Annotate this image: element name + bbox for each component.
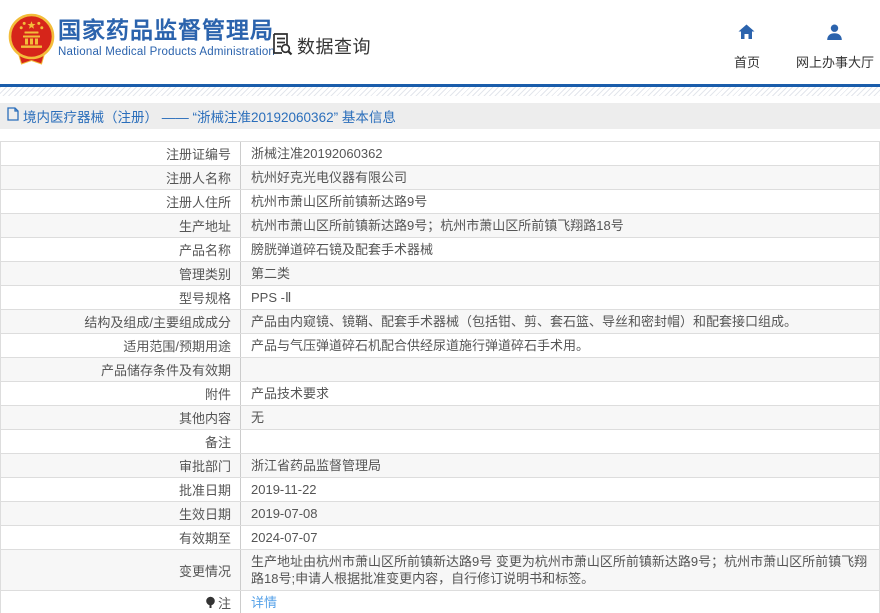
table-row: 注详情 xyxy=(1,591,879,613)
row-value: 浙江省药品监督管理局 xyxy=(241,454,879,477)
data-query-section[interactable]: 数据查询 xyxy=(269,31,371,61)
row-value: 2019-11-22 xyxy=(241,478,879,501)
agency-name-en: National Medical Products Administration xyxy=(58,46,275,58)
row-label: 注 xyxy=(1,591,241,613)
row-label: 变更情况 xyxy=(1,550,241,590)
row-value: 产品由内窥镜、镜鞘、配套手术器械（包括钳、剪、套石篮、导丝和密封帽）和配套接口组… xyxy=(241,310,879,333)
row-label: 生产地址 xyxy=(1,214,241,237)
row-value: 浙械注准20192060362 xyxy=(241,142,879,165)
row-value xyxy=(241,430,879,453)
agency-name-zh: 国家药品监督管理局 xyxy=(58,17,275,43)
table-row: 变更情况生产地址由杭州市萧山区所前镇新达路9号 变更为杭州市萧山区所前镇新达路9… xyxy=(1,550,879,591)
nav-online-hall[interactable]: 网上办事大厅 xyxy=(796,24,874,71)
home-icon xyxy=(738,24,755,45)
row-label: 适用范围/预期用途 xyxy=(1,334,241,357)
row-label: 产品储存条件及有效期 xyxy=(1,358,241,381)
row-value: 无 xyxy=(241,406,879,429)
table-row: 注册人住所杭州市萧山区所前镇新达路9号 xyxy=(1,190,879,214)
table-row: 备注 xyxy=(1,430,879,454)
row-value: 2019-07-08 xyxy=(241,502,879,525)
table-row: 注册证编号浙械注准20192060362 xyxy=(1,142,879,166)
row-value: 详情 xyxy=(241,591,879,613)
row-value: 膀胱弹道碎石镜及配套手术器械 xyxy=(241,238,879,261)
row-value: 生产地址由杭州市萧山区所前镇新达路9号 变更为杭州市萧山区所前镇新达路9号；杭州… xyxy=(241,550,879,590)
table-row: 生产地址杭州市萧山区所前镇新达路9号；杭州市萧山区所前镇飞翔路18号 xyxy=(1,214,879,238)
table-row: 审批部门浙江省药品监督管理局 xyxy=(1,454,879,478)
table-row: 生效日期2019-07-08 xyxy=(1,502,879,526)
row-label: 注册证编号 xyxy=(1,142,241,165)
data-query-label: 数据查询 xyxy=(297,33,371,59)
breadcrumb: 境内医疗器械（注册） —— “浙械注准20192060362” 基本信息 xyxy=(0,103,880,129)
table-row: 管理类别第二类 xyxy=(1,262,879,286)
row-label: 有效期至 xyxy=(1,526,241,549)
table-row: 产品储存条件及有效期 xyxy=(1,358,879,382)
row-label: 注册人住所 xyxy=(1,190,241,213)
breadcrumb-text: 境内医疗器械（注册） —— “浙械注准20192060362” 基本信息 xyxy=(23,106,396,126)
row-value: 产品技术要求 xyxy=(241,382,879,405)
row-label: 型号规格 xyxy=(1,286,241,309)
row-label: 注册人名称 xyxy=(1,166,241,189)
note-icon xyxy=(205,596,216,609)
row-label: 产品名称 xyxy=(1,238,241,261)
row-value: PPS -Ⅱ xyxy=(241,286,879,309)
page-icon xyxy=(7,107,19,126)
nav-home-label: 首页 xyxy=(734,52,760,71)
national-emblem-icon xyxy=(8,13,55,73)
nav-home[interactable]: 首页 xyxy=(734,24,760,71)
table-row: 适用范围/预期用途产品与气压弹道碎石机配合供经尿道施行弹道碎石手术用。 xyxy=(1,334,879,358)
table-row: 型号规格PPS -Ⅱ xyxy=(1,286,879,310)
row-label: 附件 xyxy=(1,382,241,405)
row-label: 审批部门 xyxy=(1,454,241,477)
agency-title-block: 国家药品监督管理局 National Medical Products Admi… xyxy=(58,17,275,58)
header-hatch-strip xyxy=(0,87,880,96)
detail-link[interactable]: 详情 xyxy=(251,594,277,611)
nav-online-hall-label: 网上办事大厅 xyxy=(796,52,874,71)
row-value: 2024-07-07 xyxy=(241,526,879,549)
row-label: 生效日期 xyxy=(1,502,241,525)
row-value xyxy=(241,358,879,381)
table-row: 注册人名称杭州好克光电仪器有限公司 xyxy=(1,166,879,190)
top-nav: 首页 网上办事大厅 xyxy=(734,24,874,71)
data-search-icon xyxy=(269,31,294,61)
row-label: 管理类别 xyxy=(1,262,241,285)
table-row: 产品名称膀胱弹道碎石镜及配套手术器械 xyxy=(1,238,879,262)
page-header: 国家药品监督管理局 National Medical Products Admi… xyxy=(0,0,880,84)
table-row: 附件产品技术要求 xyxy=(1,382,879,406)
table-row: 有效期至2024-07-07 xyxy=(1,526,879,550)
row-value: 杭州市萧山区所前镇新达路9号；杭州市萧山区所前镇飞翔路18号 xyxy=(241,214,879,237)
table-row: 结构及组成/主要组成成分产品由内窥镜、镜鞘、配套手术器械（包括钳、剪、套石篮、导… xyxy=(1,310,879,334)
row-label: 结构及组成/主要组成成分 xyxy=(1,310,241,333)
row-label: 备注 xyxy=(1,430,241,453)
row-value: 杭州市萧山区所前镇新达路9号 xyxy=(241,190,879,213)
row-label: 其他内容 xyxy=(1,406,241,429)
detail-table: 注册证编号浙械注准20192060362注册人名称杭州好克光电仪器有限公司注册人… xyxy=(0,141,880,613)
row-value: 第二类 xyxy=(241,262,879,285)
table-row: 批准日期2019-11-22 xyxy=(1,478,879,502)
row-value: 产品与气压弹道碎石机配合供经尿道施行弹道碎石手术用。 xyxy=(241,334,879,357)
table-row: 其他内容无 xyxy=(1,406,879,430)
row-value: 杭州好克光电仪器有限公司 xyxy=(241,166,879,189)
user-icon xyxy=(826,24,843,45)
row-label: 批准日期 xyxy=(1,478,241,501)
